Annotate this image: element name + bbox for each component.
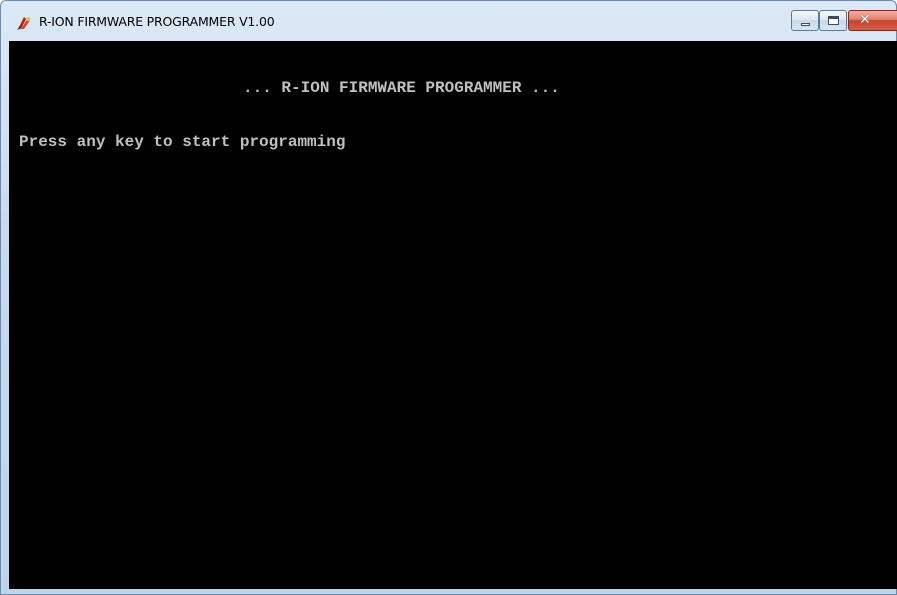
title-bar[interactable]: R-ION FIRMWARE PROGRAMMER V1.00 ✕ [1,1,897,41]
app-icon[interactable] [15,14,33,32]
maximize-button[interactable] [819,10,847,31]
close-icon: ✕ [859,12,871,28]
minimize-icon [801,23,810,26]
window-title: R-ION FIRMWARE PROGRAMMER V1.00 [39,14,275,29]
maximize-icon [828,16,839,25]
minimize-button[interactable] [791,10,819,31]
console-prompt-line: Press any key to start programming [19,133,346,151]
close-button[interactable]: ✕ [848,10,897,31]
console-heading-line: ... R-ION FIRMWARE PROGRAMMER ... [243,79,560,97]
console-window: R-ION FIRMWARE PROGRAMMER V1.00 ✕ ... R-… [0,0,897,595]
console-output[interactable]: ... R-ION FIRMWARE PROGRAMMER ... Press … [9,41,897,589]
